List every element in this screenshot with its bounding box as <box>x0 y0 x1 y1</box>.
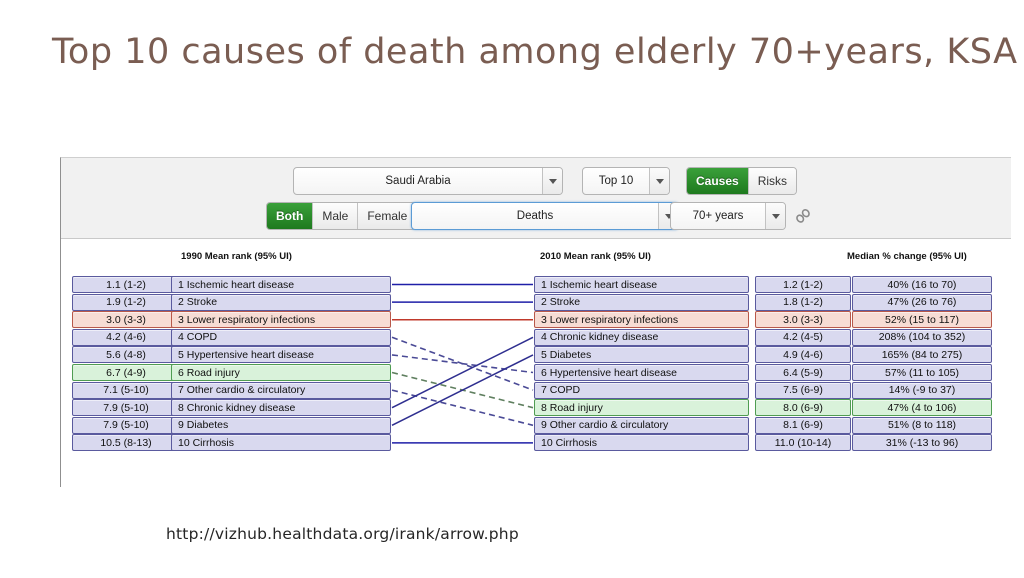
rank-link-line <box>391 389 534 427</box>
toggle-option-risks[interactable]: Risks <box>748 168 797 194</box>
median-change-value: 47% (26 to 76) <box>852 293 992 311</box>
cause-label-2010[interactable]: 2 Stroke <box>534 293 749 311</box>
median-change-value: 165% (84 to 275) <box>852 346 992 364</box>
rank-link-line <box>391 354 534 374</box>
rank-value-1990: 3.0 (3-3) <box>72 311 180 329</box>
toolbar: Saudi Arabia Top 10 Causes Risks Both Ma… <box>61 158 1011 239</box>
cause-label-1990[interactable]: 8 Chronic kidney disease <box>171 399 391 417</box>
causes-risks-toggle[interactable]: Causes Risks <box>686 167 798 195</box>
rank-value-2010: 4.2 (4-5) <box>755 328 851 346</box>
median-change-value: 52% (15 to 117) <box>852 311 992 329</box>
chevron-down-icon[interactable] <box>542 168 562 194</box>
rank-value-1990: 7.9 (5-10) <box>72 399 180 417</box>
cause-label-1990[interactable]: 3 Lower respiratory infections <box>171 311 391 329</box>
rank-value-1990: 7.1 (5-10) <box>72 381 180 399</box>
cause-label-1990[interactable]: 2 Stroke <box>171 293 391 311</box>
arrow-chart: 1990 Mean rank (95% UI) 2010 Mean rank (… <box>61 239 1011 487</box>
cause-label-1990[interactable]: 4 COPD <box>171 328 391 346</box>
metric-select[interactable]: Deaths <box>411 202 679 230</box>
rank-value-1990: 4.2 (4-6) <box>72 328 180 346</box>
sex-toggle[interactable]: Both Male Female <box>266 202 418 230</box>
chain-link-icon[interactable] <box>792 205 814 227</box>
median-change-value: 57% (11 to 105) <box>852 364 992 381</box>
source-url: http://vizhub.healthdata.org/irank/arrow… <box>166 525 519 543</box>
cause-label-1990[interactable]: 10 Cirrhosis <box>171 434 391 452</box>
median-change-value: 40% (16 to 70) <box>852 276 992 293</box>
cause-label-2010[interactable]: 6 Hypertensive heart disease <box>534 364 749 381</box>
rank-value-1990: 10.5 (8-13) <box>72 434 180 452</box>
rank-value-2010: 4.9 (4-6) <box>755 346 851 364</box>
country-select-value: Saudi Arabia <box>385 175 451 187</box>
cause-label-2010[interactable]: 10 Cirrhosis <box>534 434 749 452</box>
rank-value-1990: 5.6 (4-8) <box>72 346 180 364</box>
cause-label-1990[interactable]: 5 Hypertensive heart disease <box>171 346 391 364</box>
rank-value-2010: 3.0 (3-3) <box>755 311 851 329</box>
median-change-value: 47% (4 to 106) <box>852 399 992 417</box>
median-change-value: 31% (-13 to 96) <box>852 434 992 452</box>
cause-label-2010[interactable]: 9 Other cardio & circulatory <box>534 416 749 434</box>
rank-link-line <box>391 354 534 426</box>
cause-label-2010[interactable]: 1 Ischemic heart disease <box>534 276 749 293</box>
topn-select-value: Top 10 <box>598 175 634 187</box>
cause-label-2010[interactable]: 7 COPD <box>534 381 749 399</box>
rank-value-1990: 1.9 (1-2) <box>72 293 180 311</box>
chevron-down-icon[interactable] <box>765 203 785 229</box>
cause-label-2010[interactable]: 3 Lower respiratory infections <box>534 311 749 329</box>
rank-value-2010: 1.2 (1-2) <box>755 276 851 293</box>
toggle-option-both[interactable]: Both <box>267 203 314 229</box>
median-change-value: 208% (104 to 352) <box>852 328 992 346</box>
toolbar-row-secondary: Both Male Female Deaths 70+ years <box>61 200 1011 232</box>
rank-value-2010: 1.8 (1-2) <box>755 293 851 311</box>
rank-link-line <box>391 336 534 409</box>
age-select-value: 70+ years <box>692 210 744 222</box>
toggle-option-female[interactable]: Female <box>358 203 417 229</box>
toggle-option-causes[interactable]: Causes <box>687 168 749 194</box>
cause-label-1990[interactable]: 6 Road injury <box>171 364 391 381</box>
rank-value-1990: 1.1 (1-2) <box>72 276 180 293</box>
topn-select[interactable]: Top 10 <box>582 167 670 195</box>
rank-value-1990: 7.9 (5-10) <box>72 416 180 434</box>
country-select[interactable]: Saudi Arabia <box>293 167 563 195</box>
cause-label-2010[interactable]: 8 Road injury <box>534 399 749 417</box>
rank-value-2010: 8.0 (6-9) <box>755 399 851 417</box>
cause-label-1990[interactable]: 9 Diabetes <box>171 416 391 434</box>
median-change-value: 51% (8 to 118) <box>852 416 992 434</box>
toolbar-row-primary: Saudi Arabia Top 10 Causes Risks <box>61 165 1011 197</box>
cause-label-1990[interactable]: 7 Other cardio & circulatory <box>171 381 391 399</box>
rank-value-2010: 11.0 (10-14) <box>755 434 851 452</box>
rank-value-1990: 6.7 (4-9) <box>72 364 180 381</box>
metric-select-value: Deaths <box>516 210 554 222</box>
cause-label-2010[interactable]: 5 Diabetes <box>534 346 749 364</box>
rank-value-2010: 7.5 (6-9) <box>755 381 851 399</box>
chevron-down-icon[interactable] <box>649 168 669 194</box>
rank-value-2010: 6.4 (5-9) <box>755 364 851 381</box>
median-change-value: 14% (-9 to 37) <box>852 381 992 399</box>
age-select[interactable]: 70+ years <box>670 202 786 230</box>
cause-label-1990[interactable]: 1 Ischemic heart disease <box>171 276 391 293</box>
visualization-panel: Saudi Arabia Top 10 Causes Risks Both Ma… <box>60 157 1011 487</box>
page-title: Top 10 causes of death among elderly 70+… <box>52 32 1018 72</box>
rank-value-2010: 8.1 (6-9) <box>755 416 851 434</box>
cause-label-2010[interactable]: 4 Chronic kidney disease <box>534 328 749 346</box>
toggle-option-male[interactable]: Male <box>313 203 359 229</box>
